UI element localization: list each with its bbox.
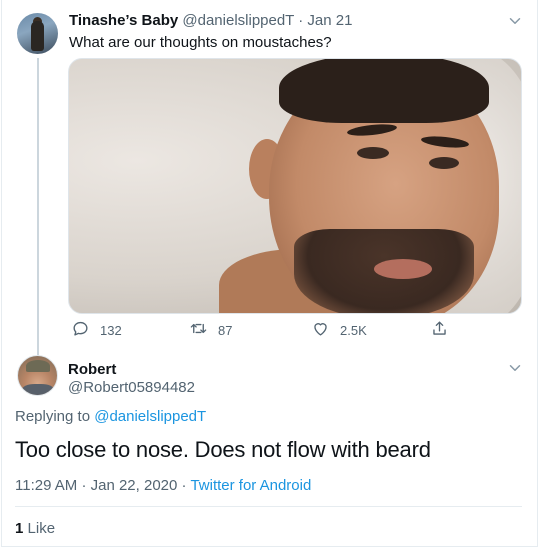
likes-summary[interactable]: 1 Like bbox=[15, 520, 55, 537]
tweet-action-bar: 132 87 2.5K bbox=[68, 318, 522, 342]
heart-icon bbox=[311, 319, 330, 341]
reply-date[interactable]: Jan 22, 2020 bbox=[91, 477, 178, 494]
reply-author-name[interactable]: Robert bbox=[68, 361, 116, 378]
reply-icon bbox=[71, 319, 90, 341]
reply-time[interactable]: 11:29 AM bbox=[15, 477, 77, 494]
meta-separator: · bbox=[81, 477, 87, 494]
retweet-button[interactable]: 87 bbox=[189, 318, 232, 342]
like-count: 2.5K bbox=[340, 322, 367, 338]
likes-label: Like bbox=[27, 520, 56, 537]
author-handle[interactable]: @danielslippedT bbox=[182, 12, 294, 29]
reply-source-link[interactable]: Twitter for Android bbox=[190, 477, 311, 494]
reply-text: Too close to nose. Does not flow with be… bbox=[15, 437, 431, 462]
chevron-down-icon[interactable] bbox=[506, 359, 524, 377]
reply-button[interactable]: 132 bbox=[71, 318, 122, 342]
tweet-text: What are our thoughts on moustaches? bbox=[69, 34, 332, 51]
like-button[interactable]: 2.5K bbox=[311, 318, 367, 342]
author-name[interactable]: Tinashe’s Baby bbox=[69, 12, 178, 29]
reply-meta: 11:29 AM · Jan 22, 2020 · Twitter for An… bbox=[15, 477, 311, 494]
retweet-count: 87 bbox=[218, 322, 233, 338]
meta-separator: · bbox=[181, 477, 187, 494]
share-button[interactable] bbox=[430, 318, 449, 342]
thread-connector-line bbox=[37, 58, 39, 356]
likes-count: 1 bbox=[15, 520, 24, 537]
share-icon bbox=[430, 319, 449, 341]
chevron-down-icon[interactable] bbox=[506, 12, 524, 30]
reply-author-handle[interactable]: @Robert05894482 bbox=[68, 379, 195, 396]
author-avatar[interactable] bbox=[17, 13, 58, 54]
reply-author-avatar[interactable] bbox=[17, 355, 58, 396]
replying-to-label: Replying to bbox=[15, 408, 91, 425]
reply-count: 132 bbox=[100, 322, 122, 338]
retweet-icon bbox=[189, 319, 208, 341]
replying-to-mention[interactable]: @danielslippedT bbox=[94, 408, 206, 425]
meta-separator: · bbox=[298, 12, 304, 29]
divider bbox=[15, 506, 522, 507]
tweet-header: Tinashe’s Baby @danielslippedT · Jan 21 bbox=[69, 12, 352, 29]
tweet-date[interactable]: Jan 21 bbox=[307, 12, 352, 29]
tweet-photo[interactable] bbox=[68, 58, 522, 314]
replying-to-line: Replying to @danielslippedT bbox=[15, 408, 206, 425]
